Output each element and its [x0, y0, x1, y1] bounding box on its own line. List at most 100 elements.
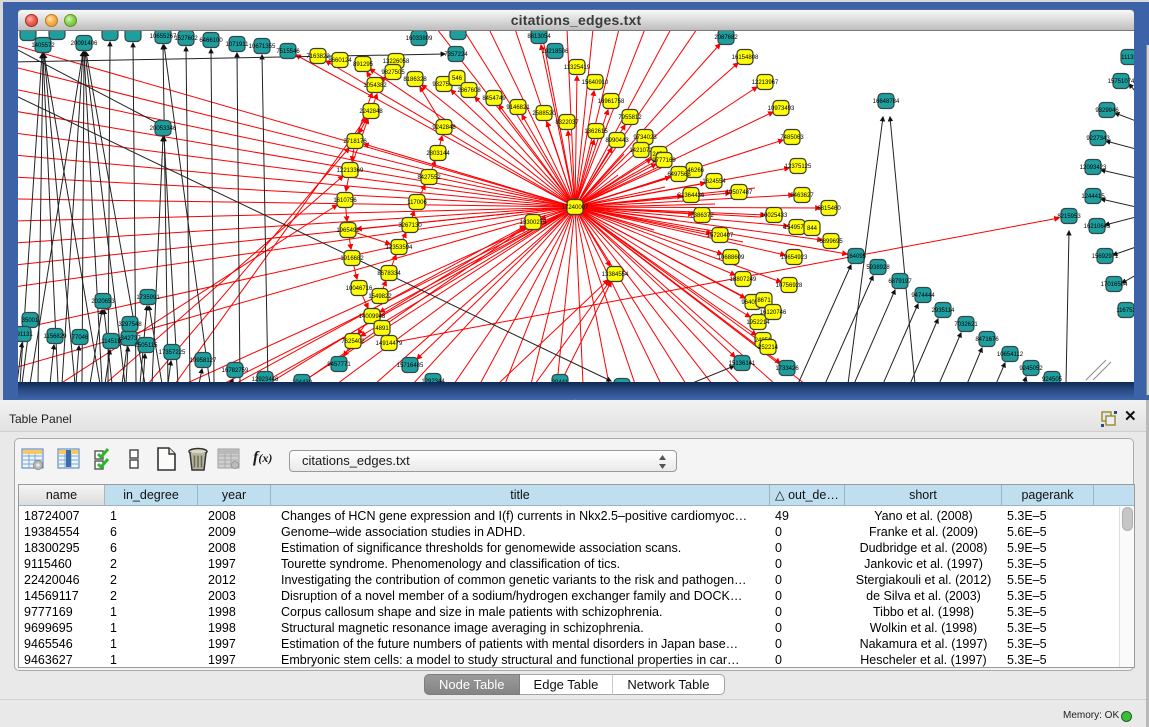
svg-text:16961758: 16961758: [598, 99, 625, 105]
svg-text:21364436: 21364436: [678, 193, 705, 199]
svg-text:19218506: 19218506: [542, 49, 569, 55]
svg-text:35001: 35001: [22, 318, 39, 324]
svg-text:1624554: 1624554: [702, 179, 726, 185]
svg-text:9245052: 9245052: [1019, 366, 1043, 372]
svg-text:9827505: 9827505: [381, 70, 405, 76]
svg-text:2020653: 2020653: [91, 299, 115, 305]
svg-text:2588520: 2588520: [532, 111, 556, 117]
svg-text:10655267: 10655267: [150, 34, 177, 40]
svg-text:8322037: 8322037: [555, 120, 579, 126]
svg-text:1965492: 1965492: [336, 228, 360, 234]
svg-text:8678334: 8678334: [377, 271, 401, 277]
svg-text:2718176: 2718176: [343, 139, 367, 145]
svg-text:6815460: 6815460: [817, 206, 841, 212]
svg-text:7032621: 7032621: [954, 322, 978, 328]
svg-text:17016504: 17016504: [1101, 282, 1128, 288]
svg-text:15720407: 15720407: [707, 233, 734, 239]
svg-text:17357225: 17357225: [159, 350, 186, 356]
svg-text:7625402: 7625402: [341, 339, 365, 345]
svg-text:10654112: 10654112: [997, 352, 1024, 358]
svg-text:7485063: 7485063: [780, 135, 804, 141]
svg-text:16782759: 16782759: [222, 368, 249, 374]
svg-text:15640910: 15640910: [582, 80, 609, 86]
svg-text:7515546: 7515546: [276, 49, 300, 55]
svg-text:8671: 8671: [757, 298, 771, 304]
svg-text:2935114: 2935114: [932, 308, 956, 314]
svg-text:391131: 391131: [18, 332, 33, 338]
svg-text:891295: 891295: [353, 62, 374, 68]
svg-text:8454749: 8454749: [482, 96, 506, 102]
svg-text:10756928: 10756928: [776, 283, 803, 289]
svg-text:11325419: 11325419: [564, 65, 591, 71]
svg-text:1733426: 1733426: [775, 366, 799, 372]
svg-text:7955812: 7955812: [618, 115, 642, 121]
svg-text:9227343: 9227343: [1086, 136, 1110, 142]
svg-text:14914479: 14914479: [376, 341, 403, 347]
svg-text:19654923: 19654923: [781, 255, 808, 261]
svg-text:4891: 4891: [375, 326, 389, 332]
svg-text:117006: 117006: [407, 200, 427, 206]
svg-text:1610756: 1610756: [333, 198, 357, 204]
svg-text:77046: 77046: [72, 335, 89, 341]
svg-text:3267130: 3267130: [398, 223, 422, 229]
svg-text:8215953: 8215953: [1057, 214, 1081, 220]
svg-text:16154808: 16154808: [732, 55, 759, 61]
svg-text:1244415: 1244415: [1081, 194, 1105, 200]
svg-text:15136141: 15136141: [729, 361, 756, 367]
svg-text:18807249: 18807249: [730, 277, 757, 283]
svg-text:1054382: 1054382: [363, 83, 387, 89]
svg-text:16210643: 16210643: [1084, 224, 1111, 230]
svg-text:9242848: 9242848: [432, 125, 456, 131]
svg-text:1549822: 1549822: [368, 294, 392, 300]
svg-text:6466100: 6466100: [199, 38, 223, 44]
svg-text:9777169: 9777169: [652, 158, 676, 164]
svg-text:12213967: 12213967: [752, 80, 779, 86]
svg-text:7386372: 7386372: [690, 213, 714, 219]
svg-text:8813054: 8813054: [527, 34, 551, 40]
svg-text:5938928: 5938928: [866, 265, 890, 271]
svg-text:12375125: 12375125: [785, 164, 812, 170]
svg-text:844: 844: [807, 226, 818, 232]
svg-text:2242848: 2242848: [359, 109, 383, 115]
svg-text:1735991: 1735991: [136, 295, 160, 301]
svg-text:2087682: 2087682: [714, 35, 738, 41]
svg-text:9463627: 9463627: [790, 193, 814, 199]
svg-text:1421072: 1421072: [629, 148, 653, 154]
svg-text:9734023: 9734023: [633, 135, 657, 141]
svg-text:17240007: 17240007: [562, 205, 589, 211]
svg-text:6899695: 6899695: [819, 239, 843, 245]
svg-text:10046716: 10046716: [346, 286, 373, 292]
svg-text:546: 546: [452, 76, 463, 82]
svg-text:14009948: 14009948: [359, 314, 386, 320]
svg-text:164095: 164095: [846, 254, 867, 260]
svg-text:6879197: 6879197: [888, 279, 912, 285]
svg-text:13384554: 13384554: [602, 272, 629, 278]
svg-text:13300275: 13300275: [520, 220, 547, 226]
svg-text:20091406: 20091406: [71, 41, 98, 47]
svg-text:10958127: 10958127: [190, 358, 217, 364]
svg-text:116753: 116753: [1116, 308, 1134, 314]
svg-text:10688609: 10688609: [718, 255, 745, 261]
svg-text:114519: 114519: [101, 339, 121, 345]
svg-text:15716485: 15716485: [397, 363, 424, 369]
svg-text:2803144: 2803144: [426, 151, 450, 157]
svg-text:2867608: 2867608: [457, 88, 481, 94]
svg-text:12093423: 12093423: [1080, 165, 1107, 171]
svg-text:15692971: 15692971: [1092, 254, 1119, 260]
svg-text:10973493: 10973493: [768, 106, 795, 112]
svg-text:1952214: 1952214: [746, 320, 770, 326]
svg-text:1156829: 1156829: [44, 334, 68, 340]
svg-text:7357224: 7357224: [444, 52, 468, 58]
svg-text:6497568: 6497568: [667, 172, 691, 178]
svg-text:1362615: 1362615: [584, 129, 608, 135]
svg-text:8990443: 8990443: [605, 138, 629, 144]
svg-text:252214: 252214: [758, 345, 779, 351]
svg-text:10671355: 10671355: [249, 44, 276, 50]
svg-text:11132: 11132: [1121, 55, 1134, 61]
svg-text:8186328: 8186328: [403, 77, 427, 83]
svg-text:1071911: 1071911: [226, 42, 250, 48]
svg-text:1527602: 1527602: [174, 36, 198, 42]
svg-text:16648784: 16648784: [873, 99, 900, 105]
svg-text:8427552: 8427552: [417, 175, 441, 181]
svg-text:8660124: 8660124: [328, 58, 352, 64]
